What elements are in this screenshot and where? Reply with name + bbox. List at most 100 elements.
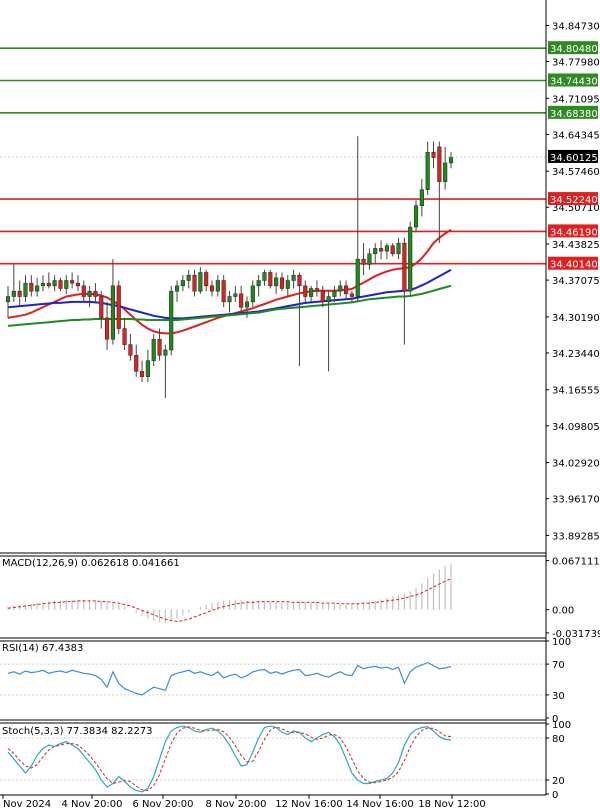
candle-body <box>215 280 220 292</box>
candle-body <box>204 272 209 287</box>
candle-body <box>303 285 308 297</box>
candle-body <box>140 371 145 377</box>
candle-body <box>169 290 174 351</box>
candle-body <box>23 282 28 297</box>
candle-body <box>390 245 395 255</box>
macd-tick-label: 0.067111 <box>552 557 600 568</box>
candle-body <box>99 296 104 319</box>
candle-body <box>326 296 331 303</box>
price-tick-label: 33.89285 <box>552 531 600 542</box>
candle-body <box>52 280 57 287</box>
candle-body <box>122 328 127 345</box>
level-label: 34.46190 <box>550 227 598 238</box>
stoch-tick-label: 20 <box>552 776 565 787</box>
candle-body <box>151 339 156 361</box>
stoch-axis: 100 80 20 0 <box>546 720 571 801</box>
candle-body <box>291 274 296 281</box>
price-tick-label: 34.57460 <box>552 167 600 178</box>
candle-body <box>314 288 319 292</box>
price-tick-label: 34.43825 <box>552 240 600 251</box>
candle-body <box>163 349 168 356</box>
price-tick-label: 34.02920 <box>552 459 600 470</box>
time-tick-label: Nov 2024 <box>3 799 51 809</box>
level-label: 34.52240 <box>550 195 598 206</box>
candle-body <box>221 280 226 303</box>
candle-body <box>320 290 325 303</box>
candle-body <box>87 290 92 297</box>
level-labels: 34.80480 34.74430 34.68380 34.52240 34.46190… <box>548 41 598 271</box>
candle-body <box>35 285 40 292</box>
candle-body <box>361 258 366 265</box>
macd-histogram <box>7 563 452 623</box>
rsi-label: RSI(14) 67.4383 <box>2 643 83 654</box>
candle-body <box>64 280 69 289</box>
rsi-line <box>0 661 546 696</box>
rsi-series <box>7 661 452 696</box>
candle-body <box>268 272 273 287</box>
candle-body <box>285 280 290 289</box>
candle-body <box>250 285 255 303</box>
time-tick-label: 4 Nov 20:00 <box>61 799 122 809</box>
candle-body <box>174 285 180 292</box>
time-tick-label: 12 Nov 16:00 <box>275 799 342 809</box>
price-panel[interactable]: 34.84730 34.77980 34.71095 34.64345 34.57460… <box>0 0 600 553</box>
trading-chart[interactable]: 34.84730 34.77980 34.71095 34.64345 34.57460… <box>0 0 600 809</box>
candle-body <box>198 272 203 292</box>
macd-signal <box>7 578 452 622</box>
candle-body <box>413 205 419 228</box>
candle-body <box>396 242 401 255</box>
candle-body <box>274 277 279 287</box>
rsi-axis: 10070300 <box>546 637 571 725</box>
candle-body <box>239 293 244 308</box>
price-tick-label: 34.77980 <box>552 58 600 69</box>
candle-body <box>134 355 139 372</box>
price-tick-label: 34.64345 <box>552 130 600 141</box>
candle-body <box>402 242 407 292</box>
macd-axis: 0.0671110.00-0.031739 <box>546 557 600 640</box>
candle-body <box>29 282 34 292</box>
candle-body <box>40 282 46 287</box>
candle-body <box>344 285 349 295</box>
time-tick-label: 6 Nov 20:00 <box>132 799 193 809</box>
candle-body <box>443 162 448 182</box>
price-tick-label: 34.37075 <box>552 276 600 287</box>
stoch-label: Stoch(5,3,3) 77.3834 82.2273 <box>2 726 153 737</box>
candle-body <box>46 282 51 287</box>
price-axis: 34.84730 34.77980 34.71095 34.64345 34.57460… <box>546 21 600 542</box>
candle-body <box>5 296 11 303</box>
candle-body <box>81 285 86 297</box>
candle-body <box>355 258 360 297</box>
rsi-panel: RSI(14) 67.4383 10070300 <box>0 637 571 725</box>
current-price-label: 34.60125 <box>550 153 598 164</box>
time-tick-label: 14 Nov 16:00 <box>346 799 413 809</box>
candle-body <box>128 344 133 356</box>
candle-body <box>384 245 389 252</box>
candle-body <box>262 272 267 281</box>
price-tick-label: 34.30190 <box>552 313 600 324</box>
candle-body <box>448 157 454 164</box>
candle-body <box>110 285 115 340</box>
candle-body <box>233 293 238 297</box>
stoch-tick-label: 80 <box>552 734 565 745</box>
level-label: 34.74430 <box>550 77 598 88</box>
price-tick-label: 34.09805 <box>552 422 600 433</box>
price-tick-label: 34.71095 <box>552 94 600 105</box>
time-axis: Nov 2024 4 Nov 20:00 6 Nov 20:00 8 Nov 20:0… <box>2 795 486 809</box>
candle-body <box>11 290 16 297</box>
candle-body <box>437 146 442 182</box>
stoch-tick-label: 0 <box>552 790 558 801</box>
candle-body <box>244 301 250 308</box>
macd-signal-line <box>7 578 452 622</box>
rsi-tick-label: 100 <box>552 637 571 648</box>
macd-label: MACD(12,26,9) 0.062618 0.041661 <box>2 558 180 569</box>
price-tick-label: 34.23440 <box>552 349 600 360</box>
price-tick-label: 34.16555 <box>552 386 600 397</box>
candle-body <box>192 274 197 292</box>
macd-tick-label: 0.00 <box>552 606 574 617</box>
candle-body <box>70 280 75 284</box>
candle-body <box>157 339 162 356</box>
candle-body <box>17 290 22 297</box>
candle-body <box>256 280 261 287</box>
time-tick-label: 18 Nov 12:00 <box>418 799 485 809</box>
candle-body <box>297 274 302 287</box>
